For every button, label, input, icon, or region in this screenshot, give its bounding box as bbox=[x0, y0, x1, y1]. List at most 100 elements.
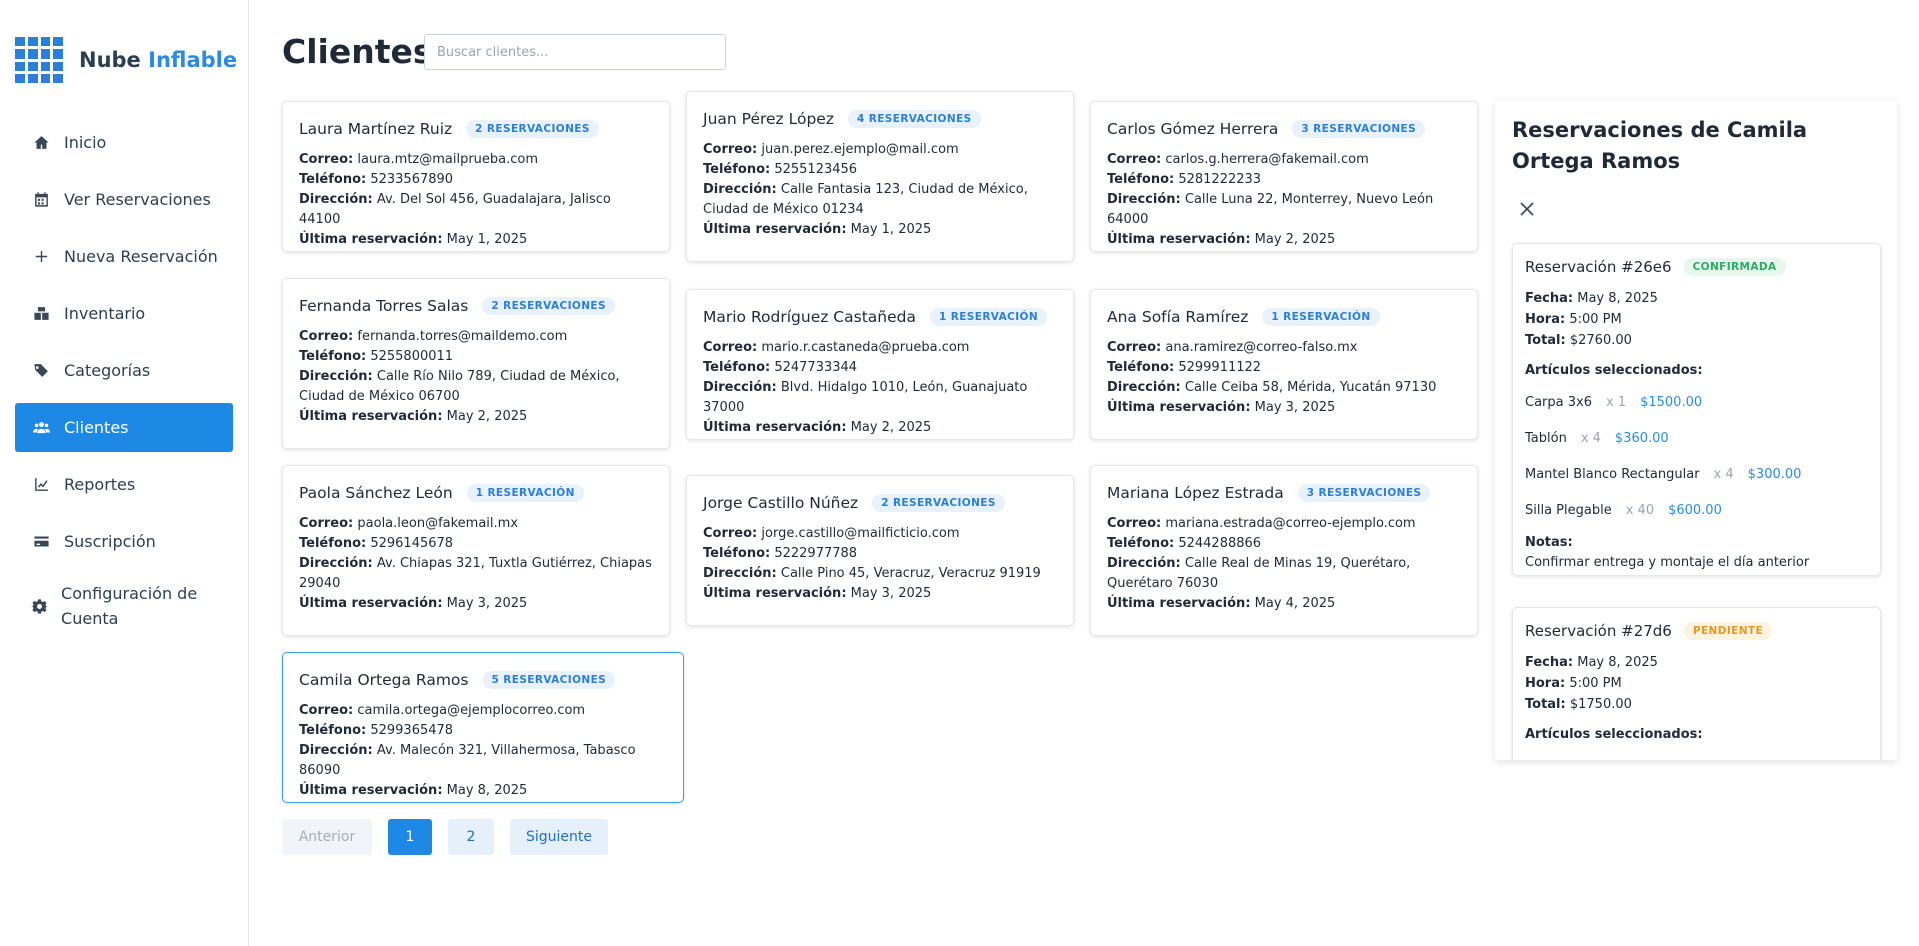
brand-name: Nube Inflable bbox=[79, 48, 238, 72]
sidebar-item-label: Nueva Reservación bbox=[64, 247, 218, 266]
chart-line-icon bbox=[30, 476, 52, 493]
sidebar-item-suscripcion[interactable]: Suscripción bbox=[15, 517, 233, 566]
client-address: Dirección: Calle Fantasia 123, Ciudad de… bbox=[703, 182, 1028, 217]
grid-logo-icon bbox=[15, 37, 63, 83]
close-icon bbox=[1520, 202, 1534, 216]
list-item: Mantel Blanco Rectangular x 4 $300.00 bbox=[1525, 466, 1802, 482]
client-card[interactable]: Ana Sofía Ramírez 1 RESERVACIÓN Correo: a… bbox=[1090, 289, 1478, 440]
sidebar-item-reportes[interactable]: Reportes bbox=[15, 460, 233, 509]
client-address: Dirección: Av. Del Sol 456, Guadalajara,… bbox=[299, 192, 611, 227]
reservations-panel: Reservaciones de Camila Ortega Ramos Res… bbox=[1495, 101, 1897, 760]
client-email: Correo: fernanda.torres@maildemo.com bbox=[299, 329, 568, 344]
client-email: Correo: paola.leon@fakemail.mx bbox=[299, 516, 519, 531]
sidebar-item-configuracion[interactable]: Configuración de Cuenta bbox=[15, 574, 233, 638]
client-card[interactable]: Jorge Castillo Núñez 2 RESERVACIONES Corr… bbox=[686, 475, 1074, 626]
calendar-icon bbox=[30, 191, 52, 208]
sidebar-item-label: Ver Reservaciones bbox=[64, 190, 211, 209]
home-icon bbox=[30, 134, 52, 151]
pagination-next-button[interactable]: Siguiente bbox=[510, 819, 608, 855]
reservation-date: Fecha: May 8, 2025 bbox=[1525, 655, 1658, 670]
client-address: Dirección: Av. Chiapas 321, Tuxtla Gutié… bbox=[299, 556, 652, 591]
client-address: Dirección: Calle Luna 22, Monterrey, Nue… bbox=[1107, 192, 1434, 227]
client-email: Correo: laura.mtz@mailprueba.com bbox=[299, 152, 539, 167]
client-phone: Teléfono: 5299365478 bbox=[299, 723, 454, 738]
app-logo[interactable]: Nube Inflable bbox=[15, 37, 237, 83]
reservation-count-badge: 3 RESERVACIONES bbox=[1297, 484, 1431, 502]
boxes-icon bbox=[30, 305, 52, 322]
client-email: Correo: juan.perez.ejemplo@mail.com bbox=[703, 142, 959, 157]
client-phone: Teléfono: 5296145678 bbox=[299, 536, 454, 551]
sidebar: Nube Inflable Inicio Ver Reservaciones N… bbox=[0, 0, 249, 946]
reservation-date: Fecha: May 8, 2025 bbox=[1525, 291, 1658, 306]
client-address: Dirección: Calle Río Nilo 789, Ciudad de… bbox=[299, 369, 620, 404]
client-card[interactable]: Mariana López Estrada 3 RESERVACIONES Cor… bbox=[1090, 465, 1478, 636]
pagination-page-2[interactable]: 2 bbox=[448, 819, 494, 855]
sidebar-item-nueva-reservacion[interactable]: Nueva Reservación bbox=[15, 232, 233, 281]
reservation-total: Total: $2760.00 bbox=[1525, 333, 1632, 348]
list-item: Tablón x 4 $360.00 bbox=[1525, 430, 1669, 446]
sidebar-item-label: Configuración de Cuenta bbox=[61, 584, 198, 628]
client-email: Correo: mario.r.castaneda@prueba.com bbox=[703, 340, 970, 355]
client-card[interactable]: Mario Rodríguez Castañeda 1 RESERVACIÓN C… bbox=[686, 289, 1074, 440]
client-name: Mariana López Estrada bbox=[1107, 484, 1284, 502]
reservation-notes: Confirmar entrega y montaje el día anter… bbox=[1525, 555, 1810, 570]
close-panel-button[interactable] bbox=[1515, 197, 1539, 221]
reservation-card: Reservación #27d6 PENDIENTE Fecha: May 8… bbox=[1512, 607, 1881, 760]
client-last-reservation: Última reservación: May 1, 2025 bbox=[703, 222, 932, 237]
sidebar-item-clientes[interactable]: Clientes bbox=[15, 403, 233, 452]
client-card-selected[interactable]: Camila Ortega Ramos 5 RESERVACIONES Corre… bbox=[282, 652, 684, 803]
credit-card-icon bbox=[30, 533, 52, 550]
client-card[interactable]: Fernanda Torres Salas 2 RESERVACIONES Cor… bbox=[282, 278, 670, 449]
gear-icon bbox=[30, 598, 49, 615]
client-last-reservation: Última reservación: May 3, 2025 bbox=[1107, 400, 1336, 415]
client-email: Correo: ana.ramirez@correo-falso.mx bbox=[1107, 340, 1358, 355]
users-icon bbox=[30, 419, 52, 436]
client-last-reservation: Última reservación: May 3, 2025 bbox=[299, 596, 528, 611]
list-item: Silla Plegable x 40 $600.00 bbox=[1525, 502, 1722, 518]
sidebar-item-label: Reportes bbox=[64, 475, 136, 494]
client-last-reservation: Última reservación: May 4, 2025 bbox=[1107, 596, 1336, 611]
client-phone: Teléfono: 5247733344 bbox=[703, 360, 858, 375]
client-last-reservation: Última reservación: May 3, 2025 bbox=[703, 586, 932, 601]
client-address: Dirección: Calle Ceiba 58, Mérida, Yucat… bbox=[1107, 380, 1437, 395]
sidebar-item-label: Inicio bbox=[64, 133, 107, 152]
client-phone: Teléfono: 5222977788 bbox=[703, 546, 858, 561]
status-badge: PENDIENTE bbox=[1683, 622, 1773, 640]
reservation-count-badge: 1 RESERVACIÓN bbox=[466, 484, 584, 502]
page-title: Clientes bbox=[282, 32, 433, 71]
client-address: Dirección: Av. Malecón 321, Villahermosa… bbox=[299, 743, 636, 778]
reservation-id: Reservación #27d6 bbox=[1525, 622, 1672, 640]
sidebar-item-inicio[interactable]: Inicio bbox=[15, 118, 233, 167]
notes-heading: Notas: bbox=[1525, 535, 1573, 550]
client-card[interactable]: Carlos Gómez Herrera 3 RESERVACIONES Corr… bbox=[1090, 101, 1478, 252]
client-last-reservation: Última reservación: May 2, 2025 bbox=[299, 409, 528, 424]
client-email: Correo: mariana.estrada@correo-ejemplo.c… bbox=[1107, 516, 1416, 531]
pagination-page-1[interactable]: 1 bbox=[388, 819, 432, 855]
client-address: Dirección: Blvd. Hidalgo 1010, León, Gua… bbox=[703, 380, 1028, 415]
client-name: Mario Rodríguez Castañeda bbox=[703, 308, 916, 326]
client-email: Correo: carlos.g.herrera@fakemail.com bbox=[1107, 152, 1369, 167]
reservation-total: Total: $1750.00 bbox=[1525, 697, 1632, 712]
client-address: Dirección: Calle Real de Minas 19, Queré… bbox=[1107, 556, 1411, 591]
client-card[interactable]: Laura Martínez Ruiz 2 RESERVACIONES Corre… bbox=[282, 101, 670, 252]
client-name: Carlos Gómez Herrera bbox=[1107, 120, 1279, 138]
reservation-id: Reservación #26e6 bbox=[1525, 258, 1672, 276]
client-name: Laura Martínez Ruiz bbox=[299, 120, 453, 138]
sidebar-item-ver-reservaciones[interactable]: Ver Reservaciones bbox=[15, 175, 233, 224]
reservation-time: Hora: 5:00 PM bbox=[1525, 676, 1622, 691]
client-card[interactable]: Juan Pérez López 4 RESERVACIONES Correo: … bbox=[686, 91, 1074, 262]
client-card[interactable]: Paola Sánchez León 1 RESERVACIÓN Correo: … bbox=[282, 465, 670, 636]
sidebar-item-label: Inventario bbox=[64, 304, 146, 323]
reservation-card: Reservación #26e6 CONFIRMADA Fecha: May … bbox=[1512, 243, 1881, 576]
pagination-prev-button[interactable]: Anterior bbox=[282, 819, 372, 855]
client-name: Fernanda Torres Salas bbox=[299, 297, 469, 315]
plus-icon bbox=[30, 248, 52, 265]
client-last-reservation: Última reservación: May 1, 2025 bbox=[299, 232, 528, 247]
client-phone: Teléfono: 5255800011 bbox=[299, 349, 454, 364]
reservation-count-badge: 5 RESERVACIONES bbox=[482, 671, 616, 689]
sidebar-item-inventario[interactable]: Inventario bbox=[15, 289, 233, 338]
sidebar-item-label: Categorías bbox=[64, 361, 151, 380]
client-phone: Teléfono: 5233567890 bbox=[299, 172, 454, 187]
search-input[interactable] bbox=[424, 34, 726, 70]
sidebar-item-categorias[interactable]: Categorías bbox=[15, 346, 233, 395]
